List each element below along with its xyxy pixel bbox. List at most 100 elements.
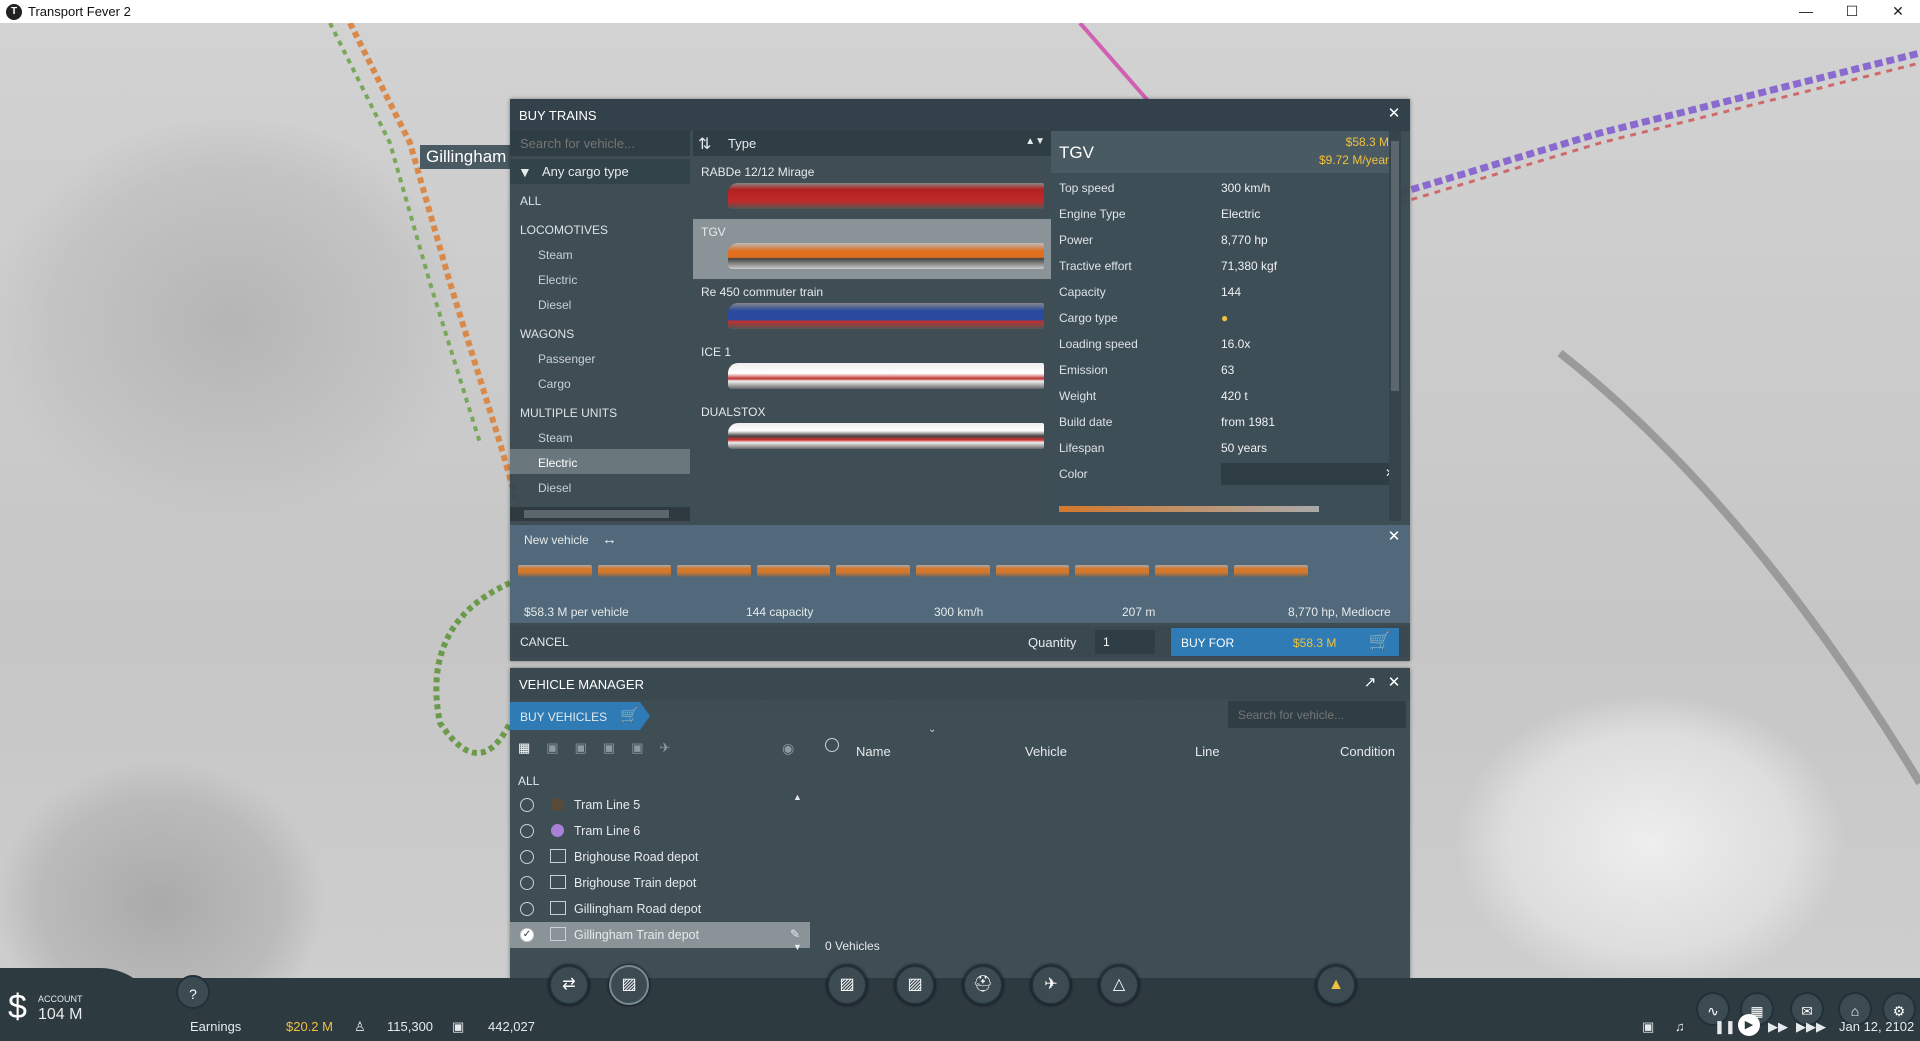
radio-button[interactable] [520, 902, 534, 916]
vehicle-type-filters: ▦ ▣ ▣ ▣ ▣ ✈ [518, 740, 670, 756]
select-all-radio[interactable] [825, 738, 839, 752]
column-line[interactable]: Line [1195, 744, 1220, 759]
scroll-down-icon[interactable]: ▼ [793, 942, 802, 952]
category-loco-steam[interactable]: Steam [510, 241, 690, 266]
fastest-icon[interactable]: ▶▶▶ [1796, 1019, 1826, 1035]
train-car[interactable] [756, 565, 831, 577]
scroll-up-icon[interactable]: ▲ [793, 792, 802, 802]
column-condition[interactable]: Condition [1340, 744, 1395, 759]
play-icon[interactable]: ▶ [1738, 1014, 1760, 1036]
category-wagon-passenger[interactable]: Passenger [510, 345, 690, 370]
vehicle-item-dualstox[interactable]: DUALSTOX [693, 399, 1051, 459]
spec-key: Engine Type [1059, 207, 1126, 221]
list-item[interactable]: Gillingham Road depot [510, 896, 810, 922]
road-vehicle-icon[interactable]: ▨ [827, 965, 867, 1005]
vehicle-item-rabde[interactable]: RABDe 12/12 Mirage [693, 159, 1051, 219]
list-item[interactable]: Tram Line 6 [510, 818, 810, 844]
train-icon[interactable]: ▣ [603, 740, 615, 756]
list-scrollbar[interactable]: ▲ ▼ [793, 792, 805, 952]
quantity-input[interactable] [1095, 630, 1155, 654]
fast-forward-icon[interactable]: ▶▶ [1768, 1019, 1788, 1035]
scrollbar-thumb[interactable] [524, 510, 669, 518]
category-wagon-cargo[interactable]: Cargo [510, 370, 690, 395]
check-icon[interactable]: ✓ [520, 928, 534, 942]
chevron-down-icon[interactable]: ⌄ [928, 724, 936, 735]
train-car[interactable] [518, 565, 592, 577]
close-icon[interactable]: ✕ [1386, 675, 1402, 691]
train-icon[interactable]: ▨ [895, 965, 935, 1005]
close-icon[interactable]: ✕ [1386, 529, 1402, 545]
sort-icon[interactable]: ⇅ [698, 134, 711, 154]
spec-key: Capacity [1059, 285, 1106, 299]
category-mu-diesel[interactable]: Diesel [510, 474, 690, 499]
vehicles-icon[interactable]: ▨ [609, 965, 649, 1005]
detail-scrollbar[interactable] [1389, 131, 1401, 521]
list-item-selected[interactable]: ✓ Gillingham Train depot ✎ [510, 922, 810, 948]
category-loco-diesel[interactable]: Diesel [510, 291, 690, 316]
buy-button[interactable]: BUY FOR $58.3 M 🛒 [1171, 628, 1399, 656]
category-loco-electric[interactable]: Electric [510, 266, 690, 291]
tram-icon[interactable]: ▣ [575, 740, 587, 756]
scrollbar-thumb[interactable] [1391, 141, 1399, 391]
list-item[interactable]: Brighouse Road depot [510, 844, 810, 870]
terrain-icon[interactable]: △ [1099, 965, 1139, 1005]
close-window-button[interactable]: ✕ [1875, 0, 1920, 23]
category-scrollbar[interactable] [510, 507, 690, 521]
train-consist[interactable] [518, 565, 1308, 577]
category-mu-steam[interactable]: Steam [510, 424, 690, 449]
train-car[interactable] [995, 565, 1070, 577]
radio-button[interactable] [520, 824, 534, 838]
help-icon[interactable]: ? [176, 975, 210, 1009]
train-car[interactable] [1234, 565, 1308, 577]
vehicle-item-tgv[interactable]: TGV [693, 219, 1051, 279]
visibility-icon[interactable]: ◉ [782, 740, 794, 757]
road-vehicle-icon[interactable]: ▣ [546, 740, 558, 756]
cancel-button[interactable]: CANCEL [520, 635, 569, 649]
train-car[interactable] [677, 565, 751, 577]
vehicle-item-re450[interactable]: Re 450 commuter train [693, 279, 1051, 339]
town-label[interactable]: Gillingham [420, 145, 513, 169]
vehicle-manager-search-input[interactable] [1228, 701, 1406, 728]
buy-vehicles-button[interactable]: BUY VEHICLES 🛒 [510, 702, 650, 730]
category-all[interactable]: ALL [510, 187, 690, 212]
train-car[interactable] [836, 565, 910, 577]
bulldozer-icon[interactable]: ▲ [1316, 965, 1356, 1005]
close-icon[interactable]: ✕ [1386, 106, 1402, 122]
category-wagons[interactable]: WAGONS [510, 320, 690, 345]
train-car[interactable] [1154, 565, 1229, 577]
train-car[interactable] [597, 565, 672, 577]
category-multiple-units[interactable]: MULTIPLE UNITS [510, 399, 690, 424]
minimize-button[interactable]: — [1783, 0, 1829, 23]
pause-icon[interactable]: ❚❚ [1714, 1019, 1736, 1035]
sort-dropdown[interactable]: ⇅ Type ▲▼ [693, 131, 1051, 156]
category-mu-electric[interactable]: Electric [510, 449, 690, 474]
radio-button[interactable] [520, 850, 534, 864]
ship-icon[interactable]: ⛑ [963, 965, 1003, 1005]
category-locomotives[interactable]: LOCOMOTIVES [510, 216, 690, 241]
plane-icon[interactable]: ✈ [659, 740, 670, 756]
flip-direction-icon[interactable]: ↔ [602, 531, 617, 548]
plane-icon[interactable]: ✈ [1031, 965, 1071, 1005]
vehicle-search-input[interactable] [510, 131, 690, 156]
vehicle-item-ice1[interactable]: ICE 1 [693, 339, 1051, 399]
music-icon[interactable]: ♫ [1675, 1019, 1685, 1034]
camera-icon[interactable]: ▣ [1642, 1019, 1654, 1035]
grid-all-icon[interactable]: ▦ [518, 740, 530, 756]
detail-header: TGV $58.3 M $9.72 M/year [1051, 131, 1401, 173]
train-image [728, 363, 1044, 389]
maximize-button[interactable]: ☐ [1829, 0, 1875, 23]
color-picker[interactable]: ✕ [1221, 463, 1401, 485]
column-name[interactable]: Name [856, 744, 891, 759]
popout-icon[interactable]: ↗ [1362, 675, 1378, 691]
column-vehicle[interactable]: Vehicle [1025, 744, 1067, 759]
cargo-type-filter[interactable]: ▼ Any cargo type [510, 159, 690, 184]
radio-button[interactable] [520, 876, 534, 890]
ship-icon[interactable]: ▣ [631, 740, 643, 756]
list-item[interactable]: Brighouse Train depot [510, 870, 810, 896]
train-car[interactable] [1075, 565, 1149, 577]
filter-all[interactable]: ALL [518, 774, 539, 788]
train-car[interactable] [915, 565, 990, 577]
radio-button[interactable] [520, 798, 534, 812]
lines-icon[interactable]: ⇄ [549, 965, 589, 1005]
list-item[interactable]: Tram Line 5 [510, 792, 810, 818]
